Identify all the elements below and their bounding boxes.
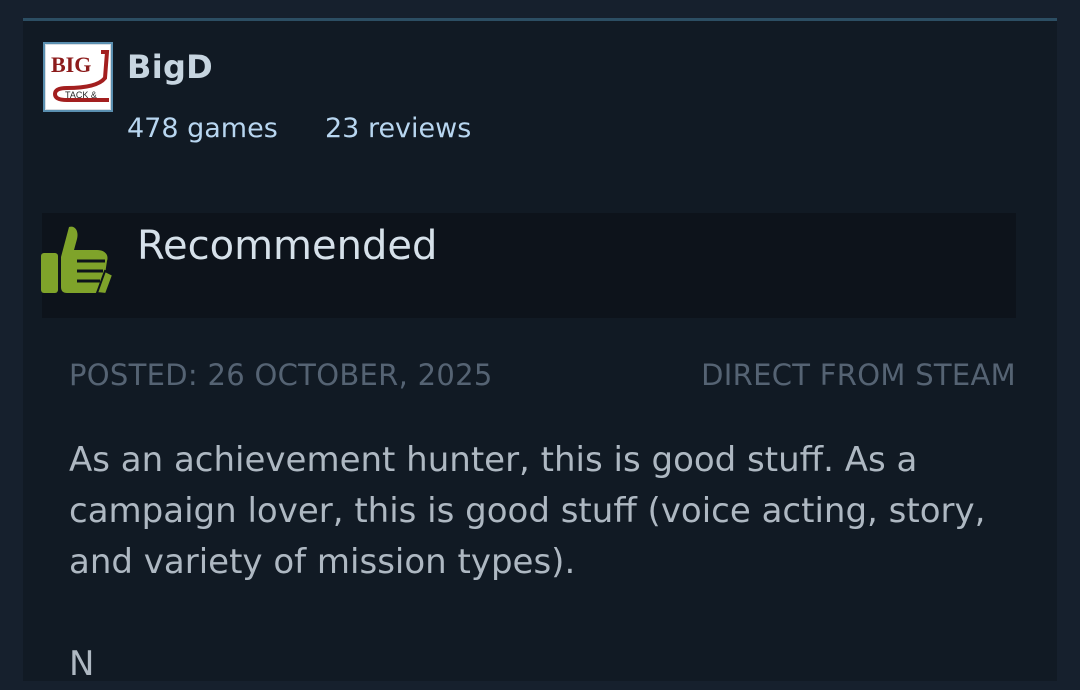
author-games-count[interactable]: 478 games xyxy=(127,113,278,144)
svg-text:TACK &: TACK & xyxy=(65,90,97,100)
posted-date: Posted: 26 October, 2025 xyxy=(69,358,493,392)
review-card: BIG TACK & BigD 478 games 23 reviews Rec… xyxy=(23,18,1057,684)
verdict-label: Recommended xyxy=(137,223,438,269)
author-reviews-count[interactable]: 23 reviews xyxy=(325,113,471,144)
verdict-bar: Recommended xyxy=(41,213,1016,318)
review-text: As an achievement hunter, this is good s… xyxy=(69,440,986,582)
bigd-logo-icon: BIG TACK & xyxy=(45,44,111,110)
author-avatar[interactable]: BIG TACK & xyxy=(43,42,113,112)
review-text-continued: N xyxy=(69,644,95,684)
svg-text:BIG: BIG xyxy=(51,52,91,77)
review-source: Direct from Steam xyxy=(701,358,1016,392)
author-name[interactable]: BigD xyxy=(127,48,213,86)
thumbs-up-icon xyxy=(41,226,113,295)
